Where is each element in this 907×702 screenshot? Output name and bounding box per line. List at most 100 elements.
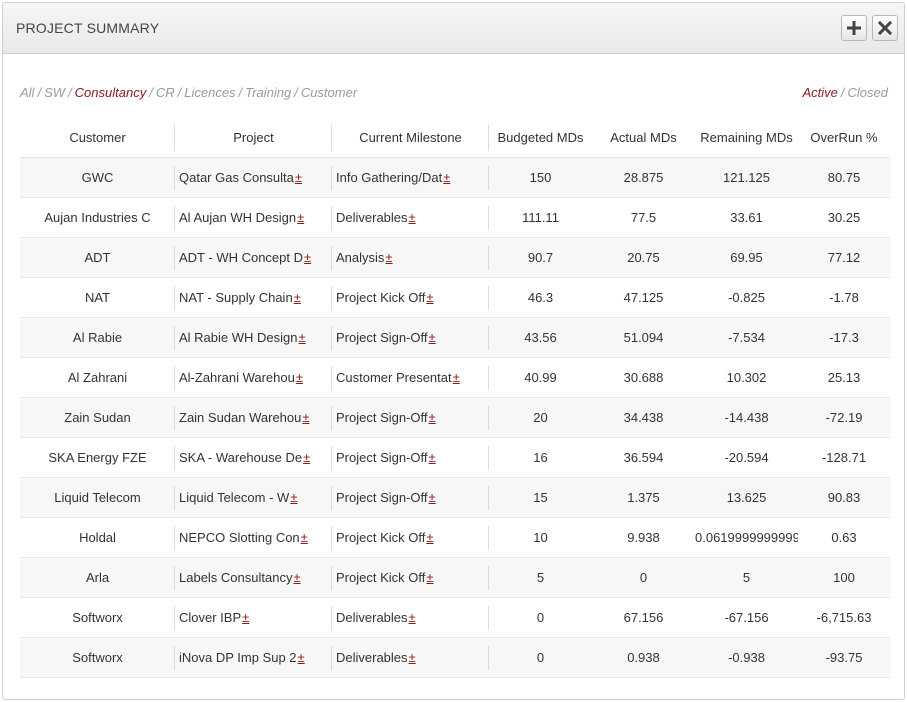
cell-customer: Liquid Telecom <box>20 477 175 518</box>
cell-project-text: Labels Consultancy <box>179 570 293 585</box>
cell-project-text: iNova DP Imp Sup 2 <box>179 650 297 665</box>
cell-project: ADT - WH Concept D± <box>175 237 332 278</box>
expand-milestone-button[interactable]: ± <box>426 570 433 585</box>
cell-customer: Arla <box>20 557 175 598</box>
cell-actual: 28.875 <box>592 157 695 198</box>
column-header-project[interactable]: Project <box>175 117 332 158</box>
filter-licences[interactable]: Licences <box>184 85 235 100</box>
cell-actual-text: 77.5 <box>630 210 657 225</box>
cell-remaining-text: 33.61 <box>730 210 763 225</box>
cell-project: Clover IBP± <box>175 597 332 638</box>
column-header-label: Current Milestone <box>359 129 462 145</box>
cell-overrun: 80.75 <box>798 157 890 198</box>
cell-remaining-text: 13.625 <box>726 490 767 505</box>
expand-milestone-button[interactable]: ± <box>429 410 436 425</box>
cell-actual: 1.375 <box>592 477 695 518</box>
table-row[interactable]: ADT ADT - WH Concept D± Analysis± 90.7 20.75… <box>20 237 890 278</box>
expand-project-button[interactable]: ± <box>302 410 309 425</box>
cell-actual-text: 28.875 <box>623 170 664 185</box>
table-row[interactable]: Zain Sudan Zain Sudan Warehou± Project Sig… <box>20 397 890 438</box>
expand-milestone-button[interactable]: ± <box>453 370 460 385</box>
cell-remaining: 10.302 <box>695 357 798 398</box>
table-row[interactable]: Al Zahrani Al-Zahrani Warehou± Customer Pr… <box>20 357 890 398</box>
cell-remaining: 0.061999999999999 <box>695 517 798 558</box>
cell-milestone: Deliverables± <box>332 637 489 678</box>
cell-actual-text: 51.094 <box>623 330 664 345</box>
cell-budgeted: 43.56 <box>489 317 592 358</box>
cell-project-text: Liquid Telecom - W <box>179 490 290 505</box>
status-filter-active[interactable]: Active <box>803 85 838 100</box>
expand-project-button[interactable]: ± <box>297 210 304 225</box>
expand-milestone-button[interactable]: ± <box>429 490 436 505</box>
cell-overrun-text: -72.19 <box>825 410 863 425</box>
expand-project-button[interactable]: ± <box>299 330 306 345</box>
table-row[interactable]: Aujan Industries C Al Aujan WH Design± Del… <box>20 197 890 238</box>
cell-overrun-text: 77.12 <box>827 250 861 265</box>
expand-milestone-button[interactable]: ± <box>426 290 433 305</box>
expand-milestone-button[interactable]: ± <box>385 250 392 265</box>
expand-project-button[interactable]: ± <box>301 530 308 545</box>
panel-header: PROJECT SUMMARY <box>3 3 904 54</box>
filter-consultancy[interactable]: Consultancy <box>75 85 147 100</box>
cell-milestone: Project Kick Off± <box>332 517 489 558</box>
column-header-remaining[interactable]: Remaining MDs <box>695 117 798 158</box>
expand-milestone-button[interactable]: ± <box>409 650 416 665</box>
cell-overrun-text: -1.78 <box>829 290 859 305</box>
cell-overrun-text: 0.63 <box>831 530 857 545</box>
filter-cr[interactable]: CR <box>156 85 175 100</box>
expand-project-button[interactable]: ± <box>290 490 297 505</box>
cell-budgeted-text: 15 <box>533 490 548 505</box>
expand-project-button[interactable]: ± <box>303 450 310 465</box>
cell-remaining: -14.438 <box>695 397 798 438</box>
column-header-overrun[interactable]: OverRun % <box>798 117 890 158</box>
cell-milestone-text: Project Sign-Off <box>336 410 428 425</box>
column-header-actual[interactable]: Actual MDs <box>592 117 695 158</box>
expand-milestone-button[interactable]: ± <box>429 450 436 465</box>
expand-project-button[interactable]: ± <box>296 370 303 385</box>
filter-customer[interactable]: Customer <box>301 85 357 100</box>
table-row[interactable]: Al Rabie Al Rabie WH Design± Project Sign-… <box>20 317 890 358</box>
expand-project-button[interactable]: ± <box>304 250 311 265</box>
cell-actual: 30.688 <box>592 357 695 398</box>
column-header-label: Budgeted MDs <box>497 129 584 145</box>
column-header-milestone[interactable]: Current Milestone <box>332 117 489 158</box>
expand-project-button[interactable]: ± <box>293 570 300 585</box>
cell-milestone-text: Project Sign-Off <box>336 490 428 505</box>
cell-milestone: Customer Presentat± <box>332 357 489 398</box>
filter-all[interactable]: All <box>20 85 34 100</box>
cell-project-text: NEPCO Slotting Con <box>179 530 300 545</box>
cell-customer: Softworx <box>20 597 175 638</box>
table-row[interactable]: SKA Energy FZE SKA - Warehouse De± Project… <box>20 437 890 478</box>
expand-project-button[interactable]: ± <box>295 170 302 185</box>
expand-milestone-button[interactable]: ± <box>443 170 450 185</box>
cell-actual: 9.938 <box>592 517 695 558</box>
table-row[interactable]: Softworx Clover IBP± Deliverables± 0 67.156-… <box>20 597 890 638</box>
cell-remaining: 121.125 <box>695 157 798 198</box>
close-button[interactable] <box>872 15 898 41</box>
expand-project-button[interactable]: ± <box>298 650 305 665</box>
expand-milestone-button[interactable]: ± <box>409 210 416 225</box>
filter-training[interactable]: Training <box>245 85 291 100</box>
add-button[interactable] <box>841 15 867 41</box>
table-row[interactable]: Softworx iNova DP Imp Sup 2± Deliverables±… <box>20 637 890 678</box>
filter-sw[interactable]: SW <box>44 85 65 100</box>
table-row[interactable]: Holdal NEPCO Slotting Con± Project Kick Of… <box>20 517 890 558</box>
status-separator: / <box>840 85 845 100</box>
column-header-customer[interactable]: Customer <box>20 117 175 158</box>
status-filter-closed[interactable]: Closed <box>848 85 888 100</box>
table-row[interactable]: GWC Qatar Gas Consulta± Info Gathering/Dat… <box>20 157 890 198</box>
cell-remaining-text: 69.95 <box>730 250 763 265</box>
expand-milestone-button[interactable]: ± <box>409 610 416 625</box>
expand-milestone-button[interactable]: ± <box>429 330 436 345</box>
expand-milestone-button[interactable]: ± <box>426 530 433 545</box>
cell-remaining-text: -14.438 <box>724 410 769 425</box>
cell-customer: GWC <box>20 157 175 198</box>
column-header-budgeted[interactable]: Budgeted MDs <box>489 117 592 158</box>
table-row[interactable]: NAT NAT - Supply Chain± Project Kick Off± 4… <box>20 277 890 318</box>
table-row[interactable]: Arla Labels Consultancy± Project Kick Off±… <box>20 557 890 598</box>
table-row[interactable]: Liquid Telecom Liquid Telecom - W± Project… <box>20 477 890 518</box>
expand-project-button[interactable]: ± <box>242 610 249 625</box>
expand-project-button[interactable]: ± <box>294 290 301 305</box>
cell-customer: Holdal <box>20 517 175 558</box>
cell-project-text: Al-Zahrani Warehou <box>179 370 295 385</box>
